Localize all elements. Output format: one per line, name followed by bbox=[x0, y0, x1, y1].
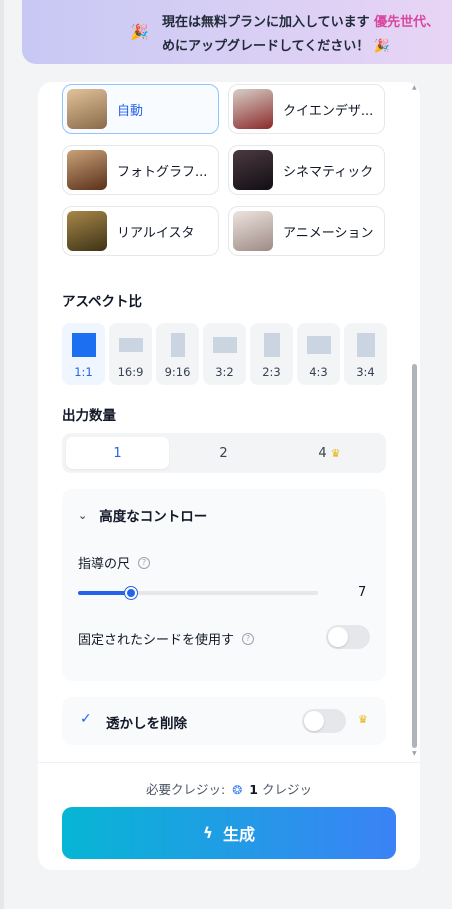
credits-required: 必要クレジッ: ❂ 1 クレジッ bbox=[38, 779, 420, 798]
scroll-down-arrow-icon[interactable]: ▼ bbox=[412, 750, 417, 757]
style-thumbnail bbox=[67, 150, 107, 190]
aspect-option-2-3[interactable]: 2:3 bbox=[250, 323, 293, 385]
style-label: 自動 bbox=[117, 103, 144, 119]
style-thumbnail bbox=[67, 89, 107, 129]
style-option-photography[interactable]: フォトグラフ... bbox=[62, 145, 219, 195]
toggle-knob bbox=[304, 711, 324, 731]
slider-fill bbox=[78, 591, 131, 595]
check-icon: ✓ bbox=[80, 711, 92, 727]
style-thumbnail bbox=[233, 150, 273, 190]
style-label: リアルイスタ bbox=[117, 225, 195, 241]
aspect-label: 3:4 bbox=[356, 365, 375, 379]
generate-label: 生成 bbox=[222, 825, 255, 844]
crown-icon: ♛ bbox=[358, 713, 368, 726]
aspect-label: 1:1 bbox=[74, 365, 93, 379]
banner-highlight: 優先世代、 bbox=[374, 15, 440, 30]
advanced-controls-title: 高度なコントロー bbox=[99, 509, 208, 525]
banner-text-line2: めにアップグレードしてください！ bbox=[162, 39, 370, 54]
output-count-title: 出力数量 bbox=[62, 408, 116, 424]
lightning-icon: ϟ bbox=[203, 824, 213, 842]
aspect-label: 2:3 bbox=[262, 365, 281, 379]
credits-amount: 1 bbox=[249, 782, 258, 797]
slider-thumb[interactable] bbox=[124, 587, 137, 599]
count-label: 1 bbox=[113, 445, 122, 461]
aspect-option-9-16[interactable]: 9:16 bbox=[156, 323, 199, 385]
scroll-up-arrow-icon[interactable]: ▲ bbox=[412, 84, 417, 91]
style-option-realista[interactable]: リアルイスタ bbox=[62, 206, 219, 256]
style-thumbnail bbox=[233, 89, 273, 129]
style-thumbnail bbox=[67, 211, 107, 251]
scrollbar-thumb[interactable] bbox=[412, 364, 417, 748]
style-option-auto[interactable]: 自動 bbox=[62, 84, 219, 134]
remove-watermark-row: ✓ 透かしを削除 ♛ bbox=[62, 697, 386, 745]
portrait-icon bbox=[170, 333, 185, 357]
aspect-label: 3:2 bbox=[215, 365, 234, 379]
guidance-scale-row: 指導の尺 ? bbox=[78, 553, 151, 572]
style-option-queen-design[interactable]: クイエンデザ... bbox=[228, 84, 385, 134]
style-option-animation[interactable]: アニメーション bbox=[228, 206, 385, 256]
fixed-seed-toggle[interactable] bbox=[326, 625, 370, 649]
landscape-icon bbox=[212, 337, 237, 353]
count-label: 2 bbox=[219, 445, 228, 461]
aspect-option-3-2[interactable]: 3:2 bbox=[203, 323, 246, 385]
guidance-scale-value: 7 bbox=[358, 585, 367, 600]
style-label: アニメーション bbox=[283, 225, 374, 241]
style-label: シネマティック bbox=[283, 164, 374, 180]
aspect-label: 9:16 bbox=[164, 365, 191, 379]
advanced-controls-toggle[interactable]: ⌄ 高度なコントロー bbox=[78, 505, 208, 526]
output-count-2[interactable]: 2 bbox=[172, 437, 275, 469]
divider bbox=[38, 762, 420, 763]
guidance-scale-label: 指導の尺 bbox=[78, 557, 131, 572]
left-edge bbox=[0, 0, 4, 909]
portrait-icon bbox=[263, 333, 280, 357]
guidance-scale-slider[interactable] bbox=[78, 587, 318, 599]
style-thumbnail bbox=[233, 211, 273, 251]
output-count-4[interactable]: 4 ♛ bbox=[278, 437, 381, 469]
aspect-option-4-3[interactable]: 4:3 bbox=[297, 323, 340, 385]
banner-text: 現在は無料プランに加入しています 優先世代、 めにアップグレードしてください！ … bbox=[162, 11, 452, 59]
style-option-cinematic[interactable]: シネマティック bbox=[228, 145, 385, 195]
fixed-seed-label: 固定されたシードを使用す bbox=[78, 633, 235, 648]
style-label: フォトグラフ... bbox=[117, 164, 208, 180]
fixed-seed-row: 固定されたシードを使用す ? bbox=[78, 629, 255, 648]
toggle-knob bbox=[328, 627, 348, 647]
crown-icon: ♛ bbox=[330, 446, 341, 460]
party-popper-icon: 🎉 bbox=[373, 39, 390, 54]
credit-coin-icon: ❂ bbox=[232, 783, 243, 797]
banner-text-before: 現在は無料プランに加入しています bbox=[162, 15, 370, 30]
generate-button[interactable]: ϟ 生成 bbox=[62, 807, 396, 859]
aspect-label: 4:3 bbox=[309, 365, 328, 379]
help-icon[interactable]: ? bbox=[242, 632, 255, 645]
upgrade-banner[interactable]: 🎉 現在は無料プランに加入しています 優先世代、 めにアップグレードしてください… bbox=[22, 0, 452, 64]
remove-watermark-toggle[interactable] bbox=[302, 709, 346, 733]
credits-suffix: クレジッ bbox=[261, 782, 312, 797]
output-count-1[interactable]: 1 bbox=[66, 437, 169, 469]
chevron-down-icon: ⌄ bbox=[78, 508, 88, 522]
advanced-controls-panel: ⌄ 高度なコントロー 指導の尺 ? 7 固定されたシードを使用す ? bbox=[62, 489, 386, 681]
aspect-label: 16:9 bbox=[117, 365, 144, 379]
aspect-option-3-4[interactable]: 3:4 bbox=[344, 323, 387, 385]
aspect-option-1-1[interactable]: 1:1 bbox=[62, 323, 105, 385]
landscape-icon bbox=[306, 336, 331, 354]
party-popper-icon: 🎉 bbox=[130, 23, 149, 41]
style-label: クイエンデザ... bbox=[283, 103, 374, 119]
remove-watermark-label: 透かしを削除 bbox=[106, 716, 187, 732]
aspect-ratio-title: アスペクト比 bbox=[62, 294, 143, 310]
credits-prefix: 必要クレジッ: bbox=[146, 782, 226, 797]
portrait-icon bbox=[356, 333, 375, 357]
count-label: 4 bbox=[318, 445, 327, 461]
square-icon bbox=[71, 333, 96, 357]
generation-panel: 自動 クイエンデザ... フォトグラフ... シネマティック リアルイスタ アニ… bbox=[38, 82, 420, 870]
settings-scroll-area[interactable]: 自動 クイエンデザ... フォトグラフ... シネマティック リアルイスタ アニ… bbox=[38, 82, 420, 762]
aspect-option-16-9[interactable]: 16:9 bbox=[109, 323, 152, 385]
output-count-selector: 1 2 4 ♛ bbox=[62, 433, 386, 473]
help-icon[interactable]: ? bbox=[138, 556, 151, 569]
landscape-icon bbox=[118, 338, 143, 352]
